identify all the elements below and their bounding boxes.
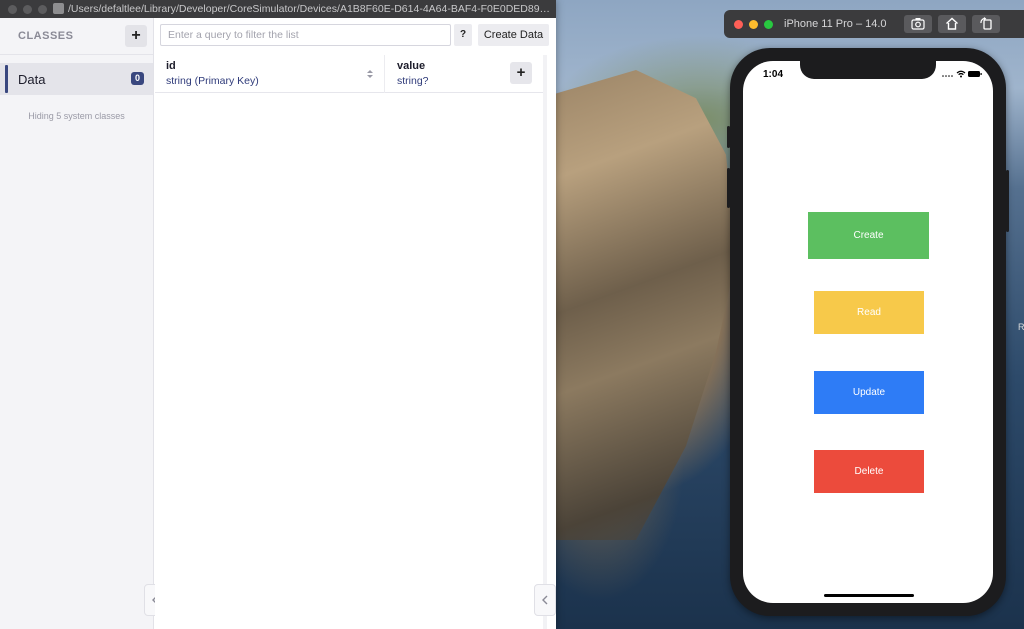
column-type: string? [397, 75, 429, 87]
column-type: string (Primary Key) [166, 75, 259, 87]
table-header: id string (Primary Key) value string? + [155, 55, 546, 93]
column-name: value [397, 60, 426, 72]
add-property-button[interactable]: + [510, 62, 532, 84]
simulator-minimize-button[interactable] [749, 20, 758, 29]
update-button[interactable]: Update [814, 371, 924, 414]
add-class-button[interactable]: + [125, 25, 147, 47]
rotate-button[interactable] [972, 15, 1000, 33]
iphone-device-frame: 1:04 Create Read Update Delete [727, 48, 1009, 616]
scrollbar[interactable] [543, 55, 547, 629]
class-item-data[interactable]: Data 0 [0, 63, 153, 95]
simulator-zoom-button[interactable] [764, 20, 773, 29]
document-icon [53, 3, 64, 14]
plus-icon: + [516, 64, 526, 81]
class-count-badge: 0 [131, 72, 144, 85]
screenshot-button[interactable] [904, 15, 932, 33]
classes-sidebar: CLASSES + Data 0 Hiding 5 system classes [0, 18, 166, 629]
selection-indicator [5, 65, 8, 93]
battery-icon [968, 71, 982, 77]
sort-icon[interactable] [366, 69, 374, 79]
desktop-edge-label: R [1018, 322, 1024, 332]
sidebar-title: CLASSES [18, 30, 74, 42]
side-button [1006, 170, 1009, 232]
query-help-button[interactable]: ? [454, 24, 472, 46]
zoom-window-button[interactable] [38, 5, 47, 14]
column-name: id [166, 60, 176, 72]
column-header-value[interactable]: value string? + [386, 55, 546, 93]
volume-up-button [727, 168, 730, 208]
status-bar-time: 1:04 [763, 69, 784, 80]
window-title: /Users/defaltlee/Library/Developer/CoreS… [68, 3, 552, 15]
status-bar-icons [942, 70, 982, 78]
query-filter-input[interactable] [160, 24, 451, 46]
signal-icon [942, 75, 953, 77]
simulator-close-button[interactable] [734, 20, 743, 29]
create-data-button[interactable]: Create Data [478, 24, 549, 46]
mute-switch [727, 126, 730, 148]
home-button[interactable] [938, 15, 966, 33]
simulator-title: iPhone 11 Pro – 14.0 [784, 18, 887, 30]
wifi-icon [956, 70, 966, 78]
delete-button[interactable]: Delete [814, 450, 924, 493]
column-header-id[interactable]: id string (Primary Key) [155, 55, 385, 93]
close-window-button[interactable] [8, 5, 17, 14]
home-indicator[interactable] [824, 594, 914, 597]
data-browser: ? Create Data id string (Primary Key) va… [155, 18, 556, 629]
read-button[interactable]: Read [814, 291, 924, 334]
plus-icon: + [131, 27, 141, 44]
screenshot-icon [911, 18, 925, 30]
sidebar-header: CLASSES + [0, 18, 153, 55]
create-button[interactable]: Create [808, 212, 929, 259]
realm-studio-window: /Users/defaltlee/Library/Developer/CoreS… [0, 0, 556, 629]
phone-screen: 1:04 Create Read Update Delete [743, 61, 993, 603]
hidden-classes-note: Hiding 5 system classes [28, 111, 125, 121]
rotate-icon [980, 17, 992, 30]
collapse-panel-button[interactable] [534, 584, 556, 616]
class-name: Data [18, 72, 46, 87]
window-titlebar: /Users/defaltlee/Library/Developer/CoreS… [0, 0, 556, 18]
chevron-left-icon [542, 595, 548, 605]
home-icon [946, 17, 958, 30]
simulator-titlebar: iPhone 11 Pro – 14.0 [724, 10, 1024, 38]
phone-notch [800, 61, 936, 79]
minimize-window-button[interactable] [23, 5, 32, 14]
